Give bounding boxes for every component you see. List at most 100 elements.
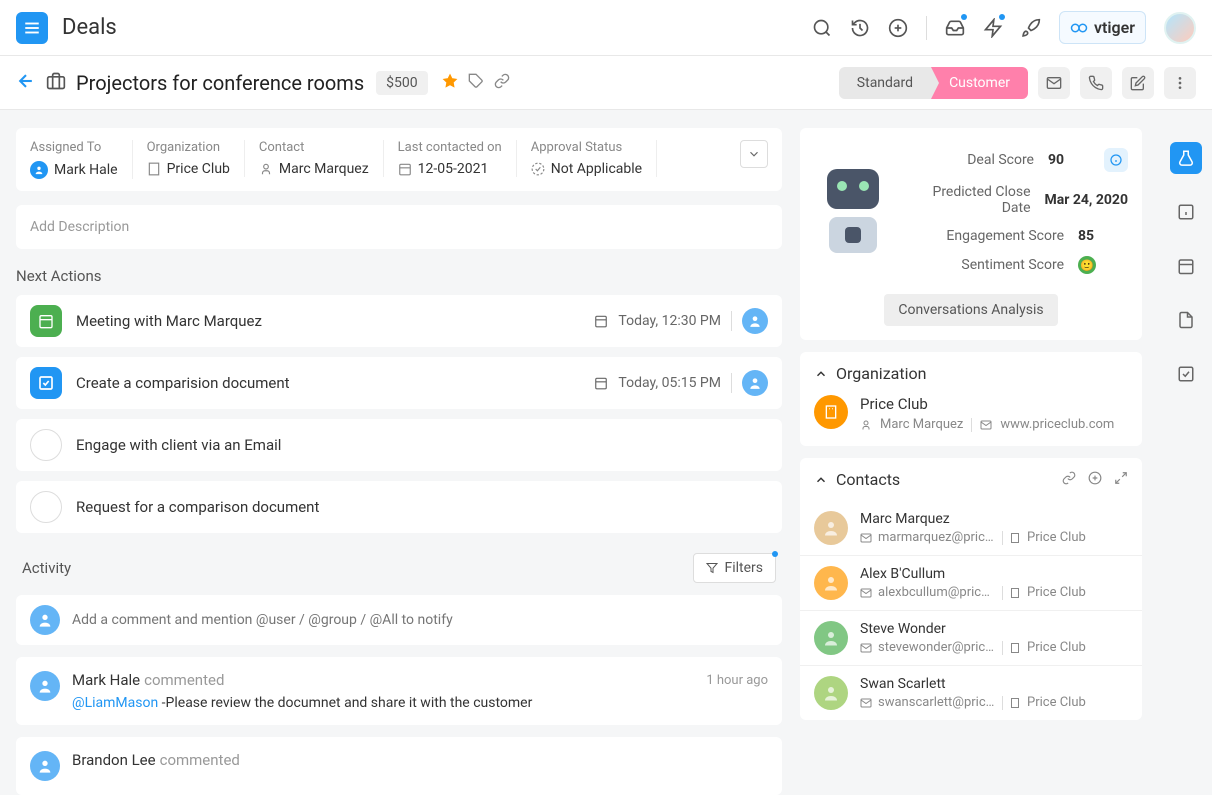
calendar-icon (398, 162, 412, 176)
contact-org: Price Club (1027, 530, 1086, 545)
action-item[interactable]: Request for a comparison document (16, 481, 782, 533)
info-icon (1110, 154, 1122, 166)
action-item[interactable]: Create a comparision document Today, 05:… (16, 357, 782, 409)
predicted-close-value: Mar 24, 2020 (1045, 192, 1128, 208)
main-menu-button[interactable] (16, 12, 48, 44)
stage-selector[interactable]: Standard Customer (839, 67, 1028, 99)
organization-header[interactable]: Organization (800, 352, 1142, 395)
building-icon (1009, 587, 1021, 599)
link-button[interactable] (494, 73, 510, 93)
info-value: Price Club (147, 161, 230, 177)
predicted-close-label: Predicted Close Date (902, 184, 1045, 216)
action-time: Today, 12:30 PM (618, 313, 721, 329)
stage-standard[interactable]: Standard (839, 67, 931, 99)
tag-button[interactable] (468, 73, 484, 93)
conversations-analysis-button[interactable]: Conversations Analysis (884, 294, 1057, 326)
info-square-icon (1177, 203, 1195, 221)
calendar-icon (594, 376, 608, 390)
notification-dot (999, 14, 1005, 20)
flask-icon (1177, 149, 1195, 167)
star-icon (442, 73, 458, 89)
rail-calendar-button[interactable] (1170, 250, 1202, 282)
brand-text: vtiger (1094, 18, 1135, 37)
more-action-button[interactable] (1164, 67, 1196, 99)
back-button[interactable] (16, 71, 36, 95)
contact-row[interactable]: Alex B'Cullum alexbcullum@pricec.. Price… (800, 555, 1142, 610)
deal-score-label: Deal Score (902, 152, 1048, 168)
pencil-icon (1130, 75, 1146, 91)
link-contact-button[interactable] (1062, 470, 1076, 489)
contact-name: Alex B'Cullum (860, 566, 1128, 582)
org-name[interactable]: Price Club (860, 395, 1128, 413)
check-square-icon (1177, 365, 1195, 383)
email-action-button[interactable] (1038, 67, 1070, 99)
comment-avatar (30, 671, 60, 701)
search-button[interactable] (812, 18, 832, 38)
module-title: Deals (62, 15, 117, 40)
right-column: Deal Score 90 Predicted Close Date Mar 2… (800, 128, 1142, 795)
info-text: Not Applicable (551, 161, 642, 177)
action-item[interactable]: Engage with client via an Email (16, 419, 782, 471)
add-button[interactable] (888, 18, 908, 38)
user-avatar[interactable] (1164, 12, 1196, 44)
rail-tasks-button[interactable] (1170, 358, 1202, 390)
info-label: Assigned To (30, 140, 118, 155)
left-column: Assigned To Mark Hale Organization Price… (16, 128, 782, 795)
rail-insights-button[interactable] (1170, 142, 1202, 174)
info-label: Approval Status (531, 140, 642, 155)
chevron-up-icon[interactable] (814, 473, 828, 487)
score-rows: Deal Score 90 Predicted Close Date Mar 2… (902, 142, 1128, 280)
activity-title: Activity (22, 559, 71, 577)
contact-email: swanscarlett@pricec.. (878, 695, 996, 710)
action-type-icon (30, 429, 62, 461)
filter-icon (706, 562, 718, 574)
add-contact-button[interactable] (1088, 470, 1102, 489)
info-text: 12-05-2021 (418, 161, 489, 177)
mention[interactable]: @LiamMason (72, 695, 158, 711)
expand-info-button[interactable] (740, 140, 768, 168)
comment-input[interactable] (72, 612, 768, 628)
contact-org: Price Club (1027, 695, 1086, 710)
assignee-avatar[interactable] (742, 370, 768, 396)
action-type-icon (30, 305, 62, 337)
edit-action-button[interactable] (1122, 67, 1154, 99)
info-button[interactable] (1104, 148, 1128, 172)
info-label: Last contacted on (398, 140, 502, 155)
contact-row[interactable]: Marc Marquez marmarquez@price.. Price Cl… (800, 501, 1142, 555)
brand-icon (1070, 21, 1088, 35)
brand-badge[interactable]: vtiger (1059, 11, 1146, 44)
assignee-avatar[interactable] (742, 308, 768, 334)
rail-details-button[interactable] (1170, 196, 1202, 228)
org-website[interactable]: www.priceclub.com (1000, 417, 1114, 432)
chevron-up-icon (814, 367, 828, 381)
action-item[interactable]: Meeting with Marc Marquez Today, 12:30 P… (16, 295, 782, 347)
link-icon (494, 73, 510, 89)
stage-customer[interactable]: Customer (931, 67, 1028, 99)
document-icon (1177, 311, 1195, 329)
contact-row[interactable]: Swan Scarlett swanscarlett@pricec.. Pric… (800, 665, 1142, 720)
bolt-button[interactable] (983, 18, 1003, 38)
info-approval: Approval Status Not Applicable (517, 140, 657, 177)
call-action-button[interactable] (1080, 67, 1112, 99)
history-button[interactable] (850, 18, 870, 38)
inbox-button[interactable] (945, 18, 965, 38)
contact-row[interactable]: Steve Wonder stevewonder@pricec.. Price … (800, 610, 1142, 665)
favorite-button[interactable] (442, 73, 458, 93)
contact-email: stevewonder@pricec.. (878, 640, 996, 655)
main-content: Assigned To Mark Hale Organization Price… (0, 110, 1212, 795)
info-last-contacted: Last contacted on 12-05-2021 (384, 140, 517, 177)
comment-verb: commented (160, 751, 240, 769)
action-type-icon (30, 491, 62, 523)
contact-name: Marc Marquez (860, 511, 1128, 527)
side-rail (1160, 128, 1212, 795)
comment-item: Mark Hale commented 1 hour ago @LiamMaso… (16, 657, 782, 725)
subheader-actions: Standard Customer (839, 67, 1196, 99)
filters-label: Filters (724, 560, 763, 576)
rocket-button[interactable] (1021, 18, 1041, 38)
org-avatar (814, 395, 848, 429)
actions-list: Meeting with Marc Marquez Today, 12:30 P… (16, 295, 782, 533)
filters-button[interactable]: Filters (693, 553, 776, 583)
rail-documents-button[interactable] (1170, 304, 1202, 336)
description-input[interactable]: Add Description (16, 205, 782, 249)
expand-contacts-button[interactable] (1114, 470, 1128, 489)
